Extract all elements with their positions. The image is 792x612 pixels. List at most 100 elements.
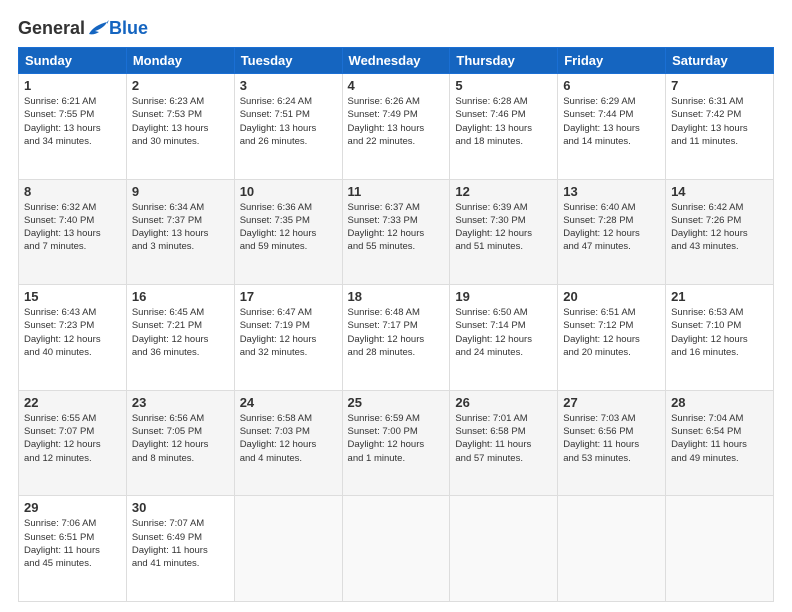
day-info: Sunrise: 7:04 AMSunset: 6:54 PMDaylight:… bbox=[671, 412, 768, 465]
table-row: 18 Sunrise: 6:48 AMSunset: 7:17 PMDayligh… bbox=[342, 285, 450, 391]
day-info: Sunrise: 6:29 AMSunset: 7:44 PMDaylight:… bbox=[563, 95, 660, 148]
day-number: 25 bbox=[348, 395, 445, 410]
day-info: Sunrise: 6:56 AMSunset: 7:05 PMDaylight:… bbox=[132, 412, 229, 465]
table-row: 12 Sunrise: 6:39 AMSunset: 7:30 PMDayligh… bbox=[450, 179, 558, 285]
day-info: Sunrise: 6:39 AMSunset: 7:30 PMDaylight:… bbox=[455, 201, 552, 254]
day-number: 28 bbox=[671, 395, 768, 410]
day-info: Sunrise: 6:37 AMSunset: 7:33 PMDaylight:… bbox=[348, 201, 445, 254]
day-number: 12 bbox=[455, 184, 552, 199]
logo-text: General Blue bbox=[18, 18, 148, 39]
table-row: 4 Sunrise: 6:26 AMSunset: 7:49 PMDaylight… bbox=[342, 74, 450, 180]
day-info: Sunrise: 6:55 AMSunset: 7:07 PMDaylight:… bbox=[24, 412, 121, 465]
table-row: 23Sunrise: 6:56 AMSunset: 7:05 PMDayligh… bbox=[126, 390, 234, 496]
table-row: 6 Sunrise: 6:29 AMSunset: 7:44 PMDaylight… bbox=[558, 74, 666, 180]
day-number: 2 bbox=[132, 78, 229, 93]
day-number: 19 bbox=[455, 289, 552, 304]
day-number: 5 bbox=[455, 78, 552, 93]
day-number: 15 bbox=[24, 289, 121, 304]
col-saturday: Saturday bbox=[666, 48, 774, 74]
day-info: Sunrise: 6:31 AMSunset: 7:42 PMDaylight:… bbox=[671, 95, 768, 148]
day-number: 24 bbox=[240, 395, 337, 410]
table-row: 21 Sunrise: 6:53 AMSunset: 7:10 PMDayligh… bbox=[666, 285, 774, 391]
table-row: 10 Sunrise: 6:36 AMSunset: 7:35 PMDayligh… bbox=[234, 179, 342, 285]
day-info: Sunrise: 7:07 AMSunset: 6:49 PMDaylight:… bbox=[132, 517, 229, 570]
table-row: 9Sunrise: 6:34 AMSunset: 7:37 PMDaylight… bbox=[126, 179, 234, 285]
logo: General Blue bbox=[18, 18, 148, 39]
day-info: Sunrise: 6:28 AMSunset: 7:46 PMDaylight:… bbox=[455, 95, 552, 148]
calendar-page: General Blue Sunday Monday Tuesday Wedne… bbox=[0, 0, 792, 612]
day-info: Sunrise: 6:48 AMSunset: 7:17 PMDaylight:… bbox=[348, 306, 445, 359]
calendar-week-row: 22Sunrise: 6:55 AMSunset: 7:07 PMDayligh… bbox=[19, 390, 774, 496]
day-number: 8 bbox=[24, 184, 121, 199]
table-row: 20 Sunrise: 6:51 AMSunset: 7:12 PMDayligh… bbox=[558, 285, 666, 391]
col-sunday: Sunday bbox=[19, 48, 127, 74]
day-info: Sunrise: 7:03 AMSunset: 6:56 PMDaylight:… bbox=[563, 412, 660, 465]
day-info: Sunrise: 6:45 AMSunset: 7:21 PMDaylight:… bbox=[132, 306, 229, 359]
day-info: Sunrise: 6:59 AMSunset: 7:00 PMDaylight:… bbox=[348, 412, 445, 465]
table-row: 11 Sunrise: 6:37 AMSunset: 7:33 PMDayligh… bbox=[342, 179, 450, 285]
table-row: 19 Sunrise: 6:50 AMSunset: 7:14 PMDayligh… bbox=[450, 285, 558, 391]
day-number: 16 bbox=[132, 289, 229, 304]
day-number: 10 bbox=[240, 184, 337, 199]
calendar-week-row: 29 Sunrise: 7:06 AMSunset: 6:51 PMDayligh… bbox=[19, 496, 774, 602]
col-friday: Friday bbox=[558, 48, 666, 74]
day-number: 7 bbox=[671, 78, 768, 93]
day-number: 18 bbox=[348, 289, 445, 304]
table-row: 24 Sunrise: 6:58 AMSunset: 7:03 PMDayligh… bbox=[234, 390, 342, 496]
bird-icon bbox=[87, 20, 109, 38]
table-row bbox=[342, 496, 450, 602]
table-row: 26 Sunrise: 7:01 AMSunset: 6:58 PMDayligh… bbox=[450, 390, 558, 496]
day-info: Sunrise: 7:06 AMSunset: 6:51 PMDaylight:… bbox=[24, 517, 121, 570]
col-wednesday: Wednesday bbox=[342, 48, 450, 74]
table-row: 5 Sunrise: 6:28 AMSunset: 7:46 PMDaylight… bbox=[450, 74, 558, 180]
table-row: 17Sunrise: 6:47 AMSunset: 7:19 PMDayligh… bbox=[234, 285, 342, 391]
day-info: Sunrise: 6:43 AMSunset: 7:23 PMDaylight:… bbox=[24, 306, 121, 359]
day-number: 11 bbox=[348, 184, 445, 199]
table-row: 13Sunrise: 6:40 AMSunset: 7:28 PMDayligh… bbox=[558, 179, 666, 285]
day-info: Sunrise: 6:58 AMSunset: 7:03 PMDaylight:… bbox=[240, 412, 337, 465]
calendar-header-row: Sunday Monday Tuesday Wednesday Thursday… bbox=[19, 48, 774, 74]
day-info: Sunrise: 6:53 AMSunset: 7:10 PMDaylight:… bbox=[671, 306, 768, 359]
day-info: Sunrise: 6:40 AMSunset: 7:28 PMDaylight:… bbox=[563, 201, 660, 254]
calendar-table: Sunday Monday Tuesday Wednesday Thursday… bbox=[18, 47, 774, 602]
day-number: 6 bbox=[563, 78, 660, 93]
table-row bbox=[666, 496, 774, 602]
day-info: Sunrise: 6:23 AMSunset: 7:53 PMDaylight:… bbox=[132, 95, 229, 148]
calendar-week-row: 1Sunrise: 6:21 AMSunset: 7:55 PMDaylight… bbox=[19, 74, 774, 180]
table-row: 25 Sunrise: 6:59 AMSunset: 7:00 PMDayligh… bbox=[342, 390, 450, 496]
day-number: 29 bbox=[24, 500, 121, 515]
logo-general: General bbox=[18, 18, 85, 39]
table-row: 3 Sunrise: 6:24 AMSunset: 7:51 PMDaylight… bbox=[234, 74, 342, 180]
day-info: Sunrise: 7:01 AMSunset: 6:58 PMDaylight:… bbox=[455, 412, 552, 465]
col-tuesday: Tuesday bbox=[234, 48, 342, 74]
day-number: 17 bbox=[240, 289, 337, 304]
day-info: Sunrise: 6:51 AMSunset: 7:12 PMDaylight:… bbox=[563, 306, 660, 359]
day-number: 26 bbox=[455, 395, 552, 410]
day-info: Sunrise: 6:24 AMSunset: 7:51 PMDaylight:… bbox=[240, 95, 337, 148]
table-row: 22Sunrise: 6:55 AMSunset: 7:07 PMDayligh… bbox=[19, 390, 127, 496]
table-row bbox=[558, 496, 666, 602]
table-row: 14Sunrise: 6:42 AMSunset: 7:26 PMDayligh… bbox=[666, 179, 774, 285]
day-number: 30 bbox=[132, 500, 229, 515]
table-row: 16 Sunrise: 6:45 AMSunset: 7:21 PMDayligh… bbox=[126, 285, 234, 391]
table-row: 27Sunrise: 7:03 AMSunset: 6:56 PMDayligh… bbox=[558, 390, 666, 496]
table-row: 29 Sunrise: 7:06 AMSunset: 6:51 PMDayligh… bbox=[19, 496, 127, 602]
day-number: 21 bbox=[671, 289, 768, 304]
day-number: 9 bbox=[132, 184, 229, 199]
table-row: 28 Sunrise: 7:04 AMSunset: 6:54 PMDayligh… bbox=[666, 390, 774, 496]
day-number: 20 bbox=[563, 289, 660, 304]
day-info: Sunrise: 6:36 AMSunset: 7:35 PMDaylight:… bbox=[240, 201, 337, 254]
table-row: 8Sunrise: 6:32 AMSunset: 7:40 PMDaylight… bbox=[19, 179, 127, 285]
day-info: Sunrise: 6:50 AMSunset: 7:14 PMDaylight:… bbox=[455, 306, 552, 359]
day-info: Sunrise: 6:42 AMSunset: 7:26 PMDaylight:… bbox=[671, 201, 768, 254]
col-thursday: Thursday bbox=[450, 48, 558, 74]
header: General Blue bbox=[18, 18, 774, 39]
table-row bbox=[234, 496, 342, 602]
day-info: Sunrise: 6:26 AMSunset: 7:49 PMDaylight:… bbox=[348, 95, 445, 148]
day-number: 3 bbox=[240, 78, 337, 93]
logo-blue: Blue bbox=[109, 18, 148, 39]
day-number: 4 bbox=[348, 78, 445, 93]
table-row: 30 Sunrise: 7:07 AMSunset: 6:49 PMDayligh… bbox=[126, 496, 234, 602]
table-row: 1Sunrise: 6:21 AMSunset: 7:55 PMDaylight… bbox=[19, 74, 127, 180]
day-info: Sunrise: 6:21 AMSunset: 7:55 PMDaylight:… bbox=[24, 95, 121, 148]
